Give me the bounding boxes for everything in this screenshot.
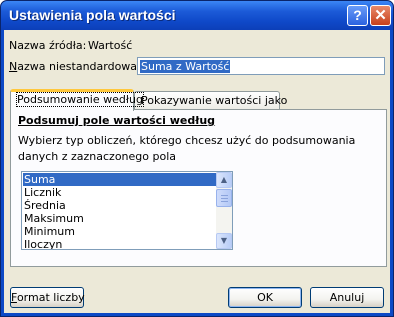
summarize-description-line2: danych z zaznaczonego pola: [18, 150, 177, 163]
scroll-up-icon[interactable]: ▲: [216, 172, 232, 188]
summarize-heading: Podsumuj pole wartości według: [18, 114, 216, 127]
number-format-button[interactable]: Format liczby: [10, 287, 85, 308]
summarize-description-line1: Wybierz typ obliczeń, którego chcesz uży…: [18, 134, 356, 147]
source-name-label: Nazwa źródła:: [9, 39, 87, 52]
list-scrollbar[interactable]: ▲ ▼: [216, 172, 232, 249]
help-button[interactable]: ?: [347, 5, 368, 26]
tab-panel-summarize: Podsumuj pole wartości według Wybierz ty…: [10, 109, 387, 267]
scroll-thumb[interactable]: [216, 189, 232, 207]
list-item-min[interactable]: Minimum: [23, 225, 217, 238]
tab-summarize-by[interactable]: Podsumowanie według: [10, 89, 144, 111]
cancel-button[interactable]: Anuluj: [310, 287, 384, 308]
close-button[interactable]: ✕: [370, 5, 391, 26]
custom-name-input[interactable]: Suma z Wartość: [137, 57, 385, 75]
list-item-sum[interactable]: Suma: [23, 173, 217, 186]
dialog-body: Nazwa źródła: Wartość Nazwa niestandardo…: [4, 30, 390, 313]
tab-summarize-by-label: Podsumowanie według: [16, 92, 144, 107]
custom-name-value: Suma z Wartość: [140, 60, 231, 73]
list-item-count[interactable]: Licznik: [23, 186, 217, 199]
list-item-average[interactable]: Średnia: [23, 199, 217, 212]
access-key-n: N: [9, 60, 18, 73]
dialog-window: Ustawienia pola wartości ? ✕ Nazwa źródł…: [0, 0, 394, 317]
list-item-max[interactable]: Maksimum: [23, 212, 217, 225]
ok-button[interactable]: OK: [228, 287, 302, 308]
title-bar[interactable]: Ustawienia pola wartości ? ✕: [1, 1, 393, 30]
custom-name-label: Nazwa niestandardowa:: [9, 60, 141, 73]
tab-show-values-as[interactable]: Pokazywanie wartości jako: [134, 91, 287, 110]
dialog-title: Ustawienia pola wartości: [9, 7, 176, 23]
summarize-function-list[interactable]: Suma Licznik Średnia Maksimum Minimum Il…: [21, 171, 233, 250]
source-name-value: Wartość: [88, 39, 133, 52]
scroll-down-icon[interactable]: ▼: [216, 233, 232, 249]
list-item-product[interactable]: Iloczyn: [23, 238, 217, 249]
